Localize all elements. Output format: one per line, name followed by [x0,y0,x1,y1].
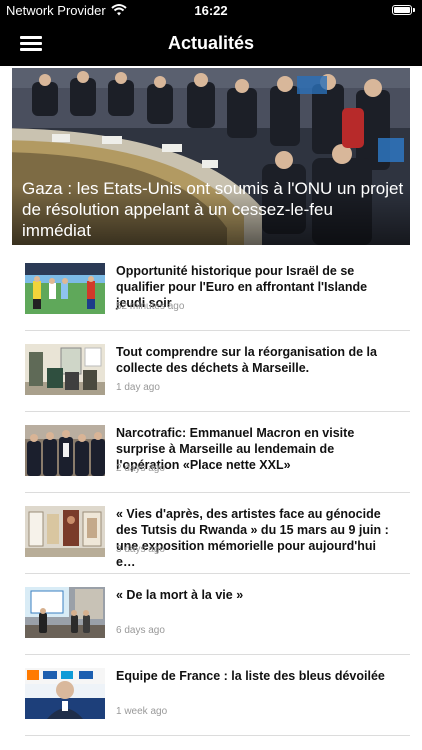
article-time: 2 days ago [116,463,165,474]
article-thumbnail [25,425,105,476]
article-time: 52 minutes ago [116,301,185,312]
battery-icon [392,5,412,15]
list-item[interactable]: Tout comprendre sur la réorganisation de… [0,331,422,412]
article-title: Tout comprendre sur la réorganisation de… [116,345,377,375]
article-thumbnail [25,506,105,557]
nav-bar: Actualités [0,22,422,66]
divider [25,735,410,736]
article-thumbnail [25,344,105,395]
article-time: 6 days ago [116,625,165,636]
hero-caption: Gaza : les Etats-Unis ont soumis à l'ONU… [22,179,404,240]
list-item[interactable]: Narcotrafic: Emmanuel Macron en visite s… [0,412,422,493]
article-thumbnail [25,668,105,719]
list-item[interactable]: Equipe de France : la liste des bleus dé… [0,655,422,736]
article-title: Equipe de France : la liste des bleus dé… [116,669,385,683]
article-thumbnail [25,263,105,314]
status-bar: Network Provider 16:22 [0,0,422,22]
list-item[interactable]: « Vies d'après, des artistes face au gén… [0,493,422,574]
list-item[interactable]: « De la mort à la vie » 6 days ago [0,574,422,655]
page-title: Actualités [167,33,255,53]
article-time: 3 days ago [116,544,165,555]
article-time: 1 week ago [116,706,168,717]
list-item[interactable]: Opportunité historique pour Israël de se… [0,250,422,331]
clock: 16:22 [194,3,228,18]
article-title: « De la mort à la vie » [116,588,244,602]
hero-article[interactable]: Gaza : les Etats-Unis ont soumis à l'ONU… [12,68,410,245]
article-title: « Vies d'après, des artistes face au gén… [116,507,389,569]
article-thumbnail [25,587,105,638]
article-list: Opportunité historique pour Israël de se… [0,250,422,736]
battery-tip [413,8,415,12]
article-time: 1 day ago [116,382,160,393]
